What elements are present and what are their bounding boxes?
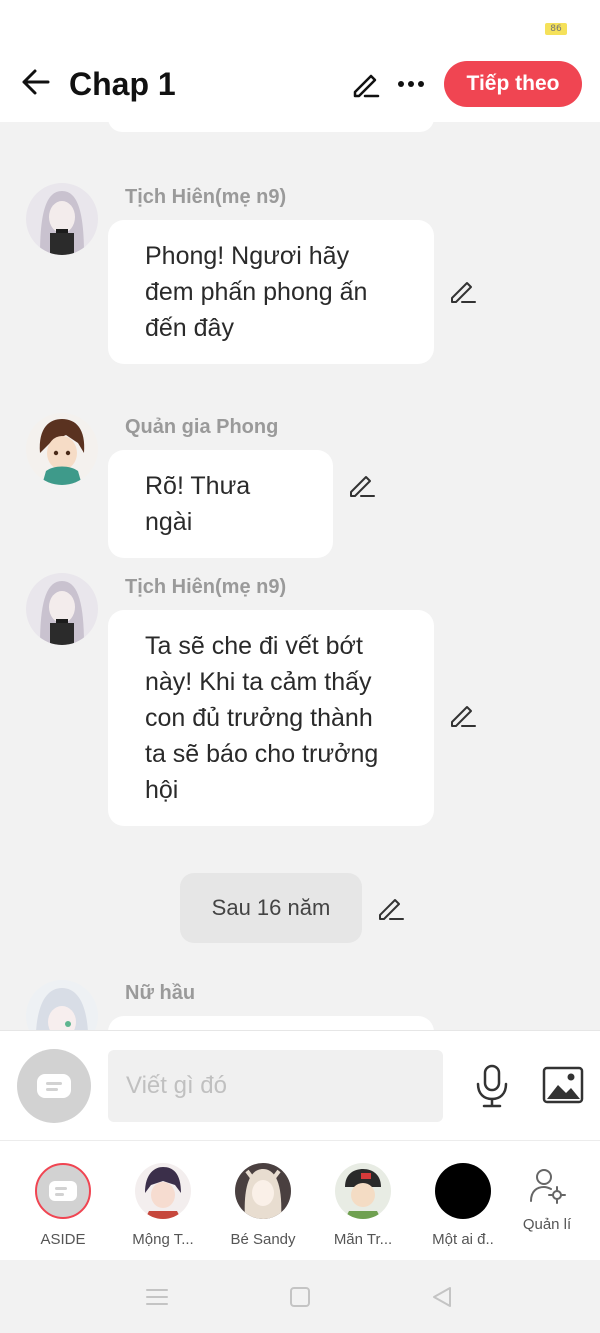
character-name: Bé Sandy — [230, 1231, 296, 1248]
edit-message-button[interactable] — [448, 276, 478, 306]
character-sandy[interactable]: Bé Sandy — [215, 1163, 311, 1248]
message-bubble[interactable]: Phong! Ngươi hãy đem phấn phong ấn đến đ… — [108, 220, 434, 364]
message-line: Ta sẽ che đi vết bớt — [145, 632, 363, 660]
message-line: Phong! Ngươi hãy — [145, 242, 350, 270]
character-mong[interactable]: Mộng T... — [115, 1163, 211, 1248]
more-dots-icon — [398, 81, 424, 87]
character-name: Mãn Tr... — [333, 1231, 393, 1248]
message-bubble[interactable]: Rõ! Thưa ngài — [108, 450, 333, 558]
message-line: hội — [145, 776, 179, 804]
manage-label: Quản lí — [522, 1216, 572, 1233]
character-someone[interactable]: Một ai đ.. — [415, 1163, 511, 1248]
avatar[interactable] — [26, 573, 98, 645]
character-selector: ASIDE Mộng T... Bé Sandy Mãn Tr... Một a… — [0, 1140, 600, 1260]
system-navigation-bar — [0, 1260, 600, 1333]
pencil-icon — [350, 476, 375, 497]
message-line: này! Khi ta cảm thấy — [145, 668, 372, 696]
manage-characters-button[interactable]: Quản lí — [515, 1165, 579, 1233]
chat-bubble-icon — [49, 1181, 77, 1201]
message-line: con đủ trưởng thành — [145, 704, 373, 732]
insert-image-button[interactable] — [542, 1066, 584, 1104]
avatar — [235, 1163, 291, 1219]
pencil-icon — [451, 282, 476, 303]
speaker-name: Quản gia Phong — [125, 416, 279, 438]
message-bubble[interactable]: Ta sẽ che đi vết bớt này! Khi ta cảm thấ… — [108, 610, 434, 826]
chat-area[interactable]: Tịch Hiên(mẹ n9) Phong! Ngươi hãy đem ph… — [0, 122, 600, 1030]
system-back-button[interactable] — [429, 1284, 455, 1310]
pencil-icon — [451, 706, 476, 727]
voice-input-button[interactable] — [474, 1064, 510, 1108]
triangle-back-icon — [433, 1287, 451, 1307]
speaker-name: Tịch Hiên(mẹ n9) — [125, 186, 287, 208]
message-line: Rõ! Thưa ngài — [145, 472, 251, 536]
edit-message-button[interactable] — [448, 700, 478, 730]
character-name: Một ai đ.. — [432, 1231, 494, 1248]
edit-chapter-button[interactable] — [350, 68, 382, 100]
more-options-button[interactable] — [395, 68, 427, 100]
narration-bubble[interactable]: Sau 16 năm — [180, 873, 362, 943]
character-name: ASIDE — [40, 1231, 86, 1248]
character-avatar-icon — [26, 183, 98, 255]
recent-apps-button[interactable] — [144, 1284, 170, 1310]
avatar[interactable] — [26, 183, 98, 255]
character-avatar-icon — [335, 1163, 391, 1219]
page-title: Chap 1 — [69, 66, 176, 102]
header: Chap 1 Tiếp theo — [0, 56, 600, 122]
menu-icon — [146, 1289, 168, 1305]
character-aside[interactable]: ASIDE — [15, 1163, 111, 1248]
avatar — [35, 1163, 91, 1219]
avatar[interactable] — [26, 980, 98, 1030]
avatar[interactable] — [26, 413, 98, 485]
message-bubble[interactable] — [108, 1016, 434, 1030]
back-button[interactable] — [18, 64, 54, 100]
message-line: đem phấn phong ấn — [145, 278, 368, 306]
message-composer — [0, 1030, 600, 1140]
message-line: ta sẽ báo cho trưởng — [145, 740, 379, 768]
character-avatar-icon — [26, 413, 98, 485]
arrow-left-icon — [22, 69, 50, 95]
chat-bubble-icon — [37, 1074, 71, 1098]
home-button[interactable] — [287, 1284, 313, 1310]
character-avatar-icon — [235, 1163, 291, 1219]
character-avatar-icon — [26, 573, 98, 645]
status-bar: 86 — [0, 0, 600, 56]
avatar — [435, 1163, 491, 1219]
character-avatar-icon — [26, 980, 98, 1030]
square-icon — [290, 1287, 310, 1307]
microphone-icon — [476, 1064, 508, 1108]
edit-narration-button[interactable] — [376, 893, 406, 923]
character-name: Mộng T... — [132, 1231, 194, 1248]
character-man[interactable]: Mãn Tr... — [315, 1163, 411, 1248]
character-avatar-icon — [135, 1163, 191, 1219]
image-icon — [542, 1066, 584, 1104]
edit-message-button[interactable] — [347, 470, 377, 500]
battery-indicator: 86 — [545, 23, 567, 35]
pencil-icon — [353, 74, 380, 98]
previous-message-bubble — [108, 122, 434, 132]
message-input[interactable] — [108, 1050, 443, 1122]
message-line: đến đây — [145, 314, 234, 342]
speaker-name: Tịch Hiên(mẹ n9) — [125, 576, 287, 598]
next-chapter-button[interactable]: Tiếp theo — [444, 61, 582, 107]
narration-mode-button[interactable] — [17, 1049, 91, 1123]
user-settings-icon — [530, 1169, 566, 1204]
pencil-icon — [379, 899, 404, 920]
avatar — [135, 1163, 191, 1219]
avatar — [335, 1163, 391, 1219]
speaker-name: Nữ hầu — [125, 982, 196, 1004]
